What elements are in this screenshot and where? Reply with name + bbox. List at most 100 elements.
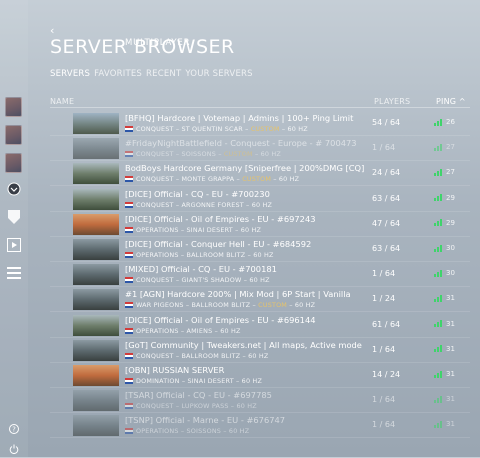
tick-rate: 60 HZ (294, 301, 316, 310)
map-thumbnail (73, 415, 119, 437)
server-row[interactable]: [GoT] Community | Tweakers.net | All map… (50, 338, 470, 363)
column-header-ping[interactable]: PING ^ (436, 97, 466, 106)
server-row[interactable]: #1 [AGN] Hardcore 200% | Mix Mod | 6P St… (50, 287, 470, 313)
map-thumbnail (73, 314, 119, 336)
ping-value: 29 (446, 218, 455, 227)
ping-cell: 29 (434, 194, 455, 202)
signal-bars-icon (434, 118, 443, 126)
tick-rate: 60 HZ (236, 402, 257, 411)
game-mode: WAR PIGEONS (136, 301, 184, 310)
rank-badge-icon[interactable] (5, 180, 23, 198)
player-count: 1 / 64 (372, 395, 396, 405)
ping-value: 31 (446, 319, 455, 328)
signal-bars-icon (434, 370, 443, 378)
server-row[interactable]: BodBoys Hardcore Germany [Sniperfree | 2… (50, 161, 470, 187)
tick-rate: 60 HZ (228, 427, 250, 436)
player-count: 1 / 64 (372, 344, 396, 354)
region-flag-icon (125, 378, 133, 384)
game-mode: CONQUEST (136, 175, 174, 184)
map-thumbnail (73, 113, 119, 134)
signal-bars-icon (434, 294, 443, 302)
server-details: OPERATIONS – AMIENS – 60 HZ (125, 327, 375, 335)
power-icon[interactable] (5, 440, 23, 458)
map-thumbnail (73, 289, 119, 311)
region-flag-icon (125, 302, 133, 309)
server-details: DOMINATION – SINAI DESERT – 60 HZ (125, 377, 375, 385)
tick-rate: 60 HZ (253, 251, 274, 259)
ping-value: 27 (446, 143, 455, 152)
ping-cell: 27 (434, 143, 455, 151)
squad-avatar-1[interactable] (5, 97, 22, 117)
help-icon[interactable]: ? (5, 420, 23, 438)
tick-rate: 60 HZ (220, 326, 241, 335)
server-row[interactable]: [TSAR] Official - CQ - EU - #697785 CONQU… (50, 388, 470, 414)
server-row[interactable]: [DICE] Official - Oil of Empires - EU - … (50, 313, 470, 338)
map-name: MONTE GRAPPA (181, 175, 235, 184)
row-divider (50, 437, 470, 439)
server-row[interactable]: [MIXED] Official - CQ - EU - #700181 CONQ… (50, 262, 470, 288)
map-name: AMIENS (186, 326, 213, 335)
tab-servers[interactable]: SERVERS (50, 69, 90, 79)
ping-value: 31 (446, 395, 455, 404)
ping-value: 31 (446, 344, 455, 353)
server-row[interactable]: [DICE] Official - Oil of Empires - EU - … (50, 212, 470, 237)
player-count: 61 / 64 (372, 319, 401, 329)
ping-value: 30 (446, 244, 455, 252)
map-name: LUPKOW PASS (181, 402, 229, 411)
ping-cell: 31 (434, 320, 455, 328)
page-title: SERVER BROWSER (50, 36, 235, 58)
custom-badge: CUSTOM (250, 125, 280, 133)
map-name: ARGONNE FOREST (181, 200, 244, 209)
server-details: WAR PIGEONS – BALLROOM BLITZ – CUSTOM – … (125, 301, 375, 309)
ping-cell: 26 (434, 118, 455, 126)
ping-value: 31 (446, 370, 455, 378)
server-row[interactable]: [DICE] Official - Conquer Hell - EU - #6… (50, 237, 470, 262)
server-row[interactable]: [DICE] Official - CQ - EU - #700230 CONQU… (50, 187, 470, 212)
server-row[interactable]: [BFHQ] Hardcore | Votemap | Admins | 100… (50, 111, 470, 136)
player-count: 54 / 64 (372, 118, 401, 127)
map-thumbnail (73, 239, 119, 260)
tick-rate: 60 HZ (260, 150, 281, 159)
signal-bars-icon (434, 269, 443, 277)
tick-rate: 60 HZ (248, 351, 269, 360)
server-row[interactable]: [OBN] RUSSIAN SERVER DOMINATION – SINAI D… (50, 363, 470, 388)
server-details: CONQUEST – MONTE GRAPPA – CUSTOM – 60 HZ (125, 175, 375, 183)
squad-avatar-2[interactable] (5, 125, 22, 145)
squad-avatar-3[interactable] (5, 153, 22, 173)
game-mode: OPERATIONS (136, 225, 179, 234)
shield-icon[interactable] (5, 208, 23, 226)
ping-cell: 31 (434, 420, 455, 428)
header-divider (50, 107, 470, 108)
tab-favorites[interactable]: FAVORITES (94, 69, 142, 79)
list-icon[interactable] (5, 264, 23, 282)
region-flag-icon (125, 176, 133, 183)
player-count: 63 / 64 (372, 244, 401, 253)
tab-bar: SERVERS FAVORITES RECENT YOUR SERVERS (50, 69, 253, 79)
tick-rate: 60 HZ (287, 125, 308, 133)
player-count: 47 / 64 (372, 218, 401, 228)
map-name: SINAI DESERT (187, 377, 234, 385)
region-flag-icon (125, 277, 133, 284)
tab-recent[interactable]: RECENT (146, 69, 181, 79)
ping-value: 29 (446, 193, 455, 202)
server-row[interactable]: [TSNP] Official - Marne - EU - #676747 OP… (50, 413, 470, 439)
game-mode: OPERATIONS (136, 251, 179, 259)
map-thumbnail (73, 339, 119, 361)
signal-bars-icon (434, 395, 443, 403)
signal-bars-icon (434, 219, 443, 227)
server-details: CONQUEST – SOISSONS – CUSTOM – 60 HZ (125, 150, 375, 158)
ping-cell: 29 (434, 219, 455, 227)
game-mode: OPERATIONS (136, 427, 179, 436)
signal-bars-icon (434, 168, 443, 176)
server-row[interactable]: #FridayNightBattlefield - Conquest - Eur… (50, 136, 470, 162)
play-icon[interactable] (5, 236, 23, 254)
player-count: 1 / 64 (372, 143, 396, 153)
column-header-players[interactable]: PLAYERS (374, 97, 410, 106)
region-flag-icon (125, 428, 133, 435)
custom-badge: CUSTOM (223, 150, 253, 159)
game-mode: CONQUEST (136, 276, 174, 285)
server-details: CONQUEST – ARGONNE FOREST – 60 HZ (125, 201, 375, 209)
column-header-name[interactable]: NAME (50, 97, 74, 106)
region-flag-icon (125, 403, 133, 410)
tab-your-servers[interactable]: YOUR SERVERS (185, 69, 252, 79)
